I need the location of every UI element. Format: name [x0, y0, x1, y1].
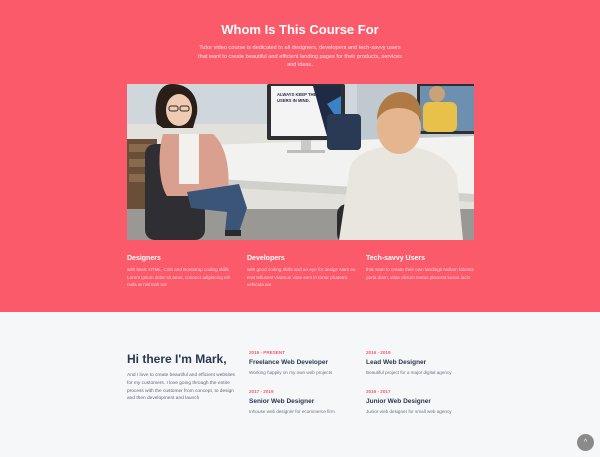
- audience-text: that want to create their own landings N…: [366, 267, 474, 280]
- audience-text: with good coding skills and an eye for d…: [247, 267, 356, 287]
- monitor-text-2: USERS IN MIND.: [277, 98, 310, 103]
- experience-period: 2019 - PRESENT: [249, 350, 285, 355]
- experience-title: Freelance Web Developer: [249, 359, 328, 366]
- audience-title: Developers: [247, 255, 285, 262]
- experience-period: 2016 - 2019: [366, 350, 391, 355]
- experience-item: 2016 - 2019 Lead Web Designer Beautiful …: [366, 350, 481, 375]
- audience-section: Whom Is This Course For Tutor video cour…: [0, 0, 600, 312]
- experience-desc: Inhouse web designer for ecommerce firm: [249, 409, 335, 414]
- experience-period: 2017 - 2019: [249, 389, 274, 394]
- experience-title: Lead Web Designer: [366, 359, 427, 366]
- office-photo: ALWAYS KEEP THE USERS IN MIND.: [127, 84, 474, 240]
- experience-period: 2016 - 2017: [366, 389, 391, 394]
- audience-title: Tech-savvy Users: [366, 255, 426, 262]
- chevron-up-icon: ^: [583, 439, 588, 446]
- audience-title: Designers: [127, 255, 161, 262]
- audience-card-tech-savvy: Tech-savvy Users that want to create the…: [366, 255, 476, 281]
- about-text: And I love to create beautiful and effic…: [127, 373, 235, 402]
- experience-desc: Beautiful project for a major digital ag…: [366, 370, 452, 375]
- section-title: Whom Is This Course For: [221, 22, 379, 37]
- back-to-top-button[interactable]: ^: [577, 434, 594, 451]
- audience-card-designers: Designers with basic HTML, CSS and Boots…: [127, 255, 237, 289]
- section-subtitle: Tutor video course is dedicated to all d…: [198, 45, 402, 68]
- audience-text: with basic HTML, CSS and Bootstrap codin…: [127, 267, 230, 287]
- experience-item: 2019 - PRESENT Freelance Web Developer W…: [249, 350, 364, 375]
- about-title: Hi there I'm Mark,: [127, 352, 227, 366]
- audience-card-developers: Developers with good coding skills and a…: [247, 255, 357, 289]
- monitor-text-1: ALWAYS KEEP THE: [277, 92, 317, 97]
- experience-item: 2017 - 2019 Senior Web Designer Inhouse …: [249, 389, 364, 414]
- experience-item: 2016 - 2017 Junior Web Designer Junior w…: [366, 389, 481, 414]
- experience-desc: Working happily on my own web projects: [249, 370, 333, 375]
- experience-title: Junior Web Designer: [366, 398, 431, 405]
- experience-title: Senior Web Designer: [249, 398, 315, 405]
- experience-desc: Junior web designer for small web agency: [366, 409, 452, 414]
